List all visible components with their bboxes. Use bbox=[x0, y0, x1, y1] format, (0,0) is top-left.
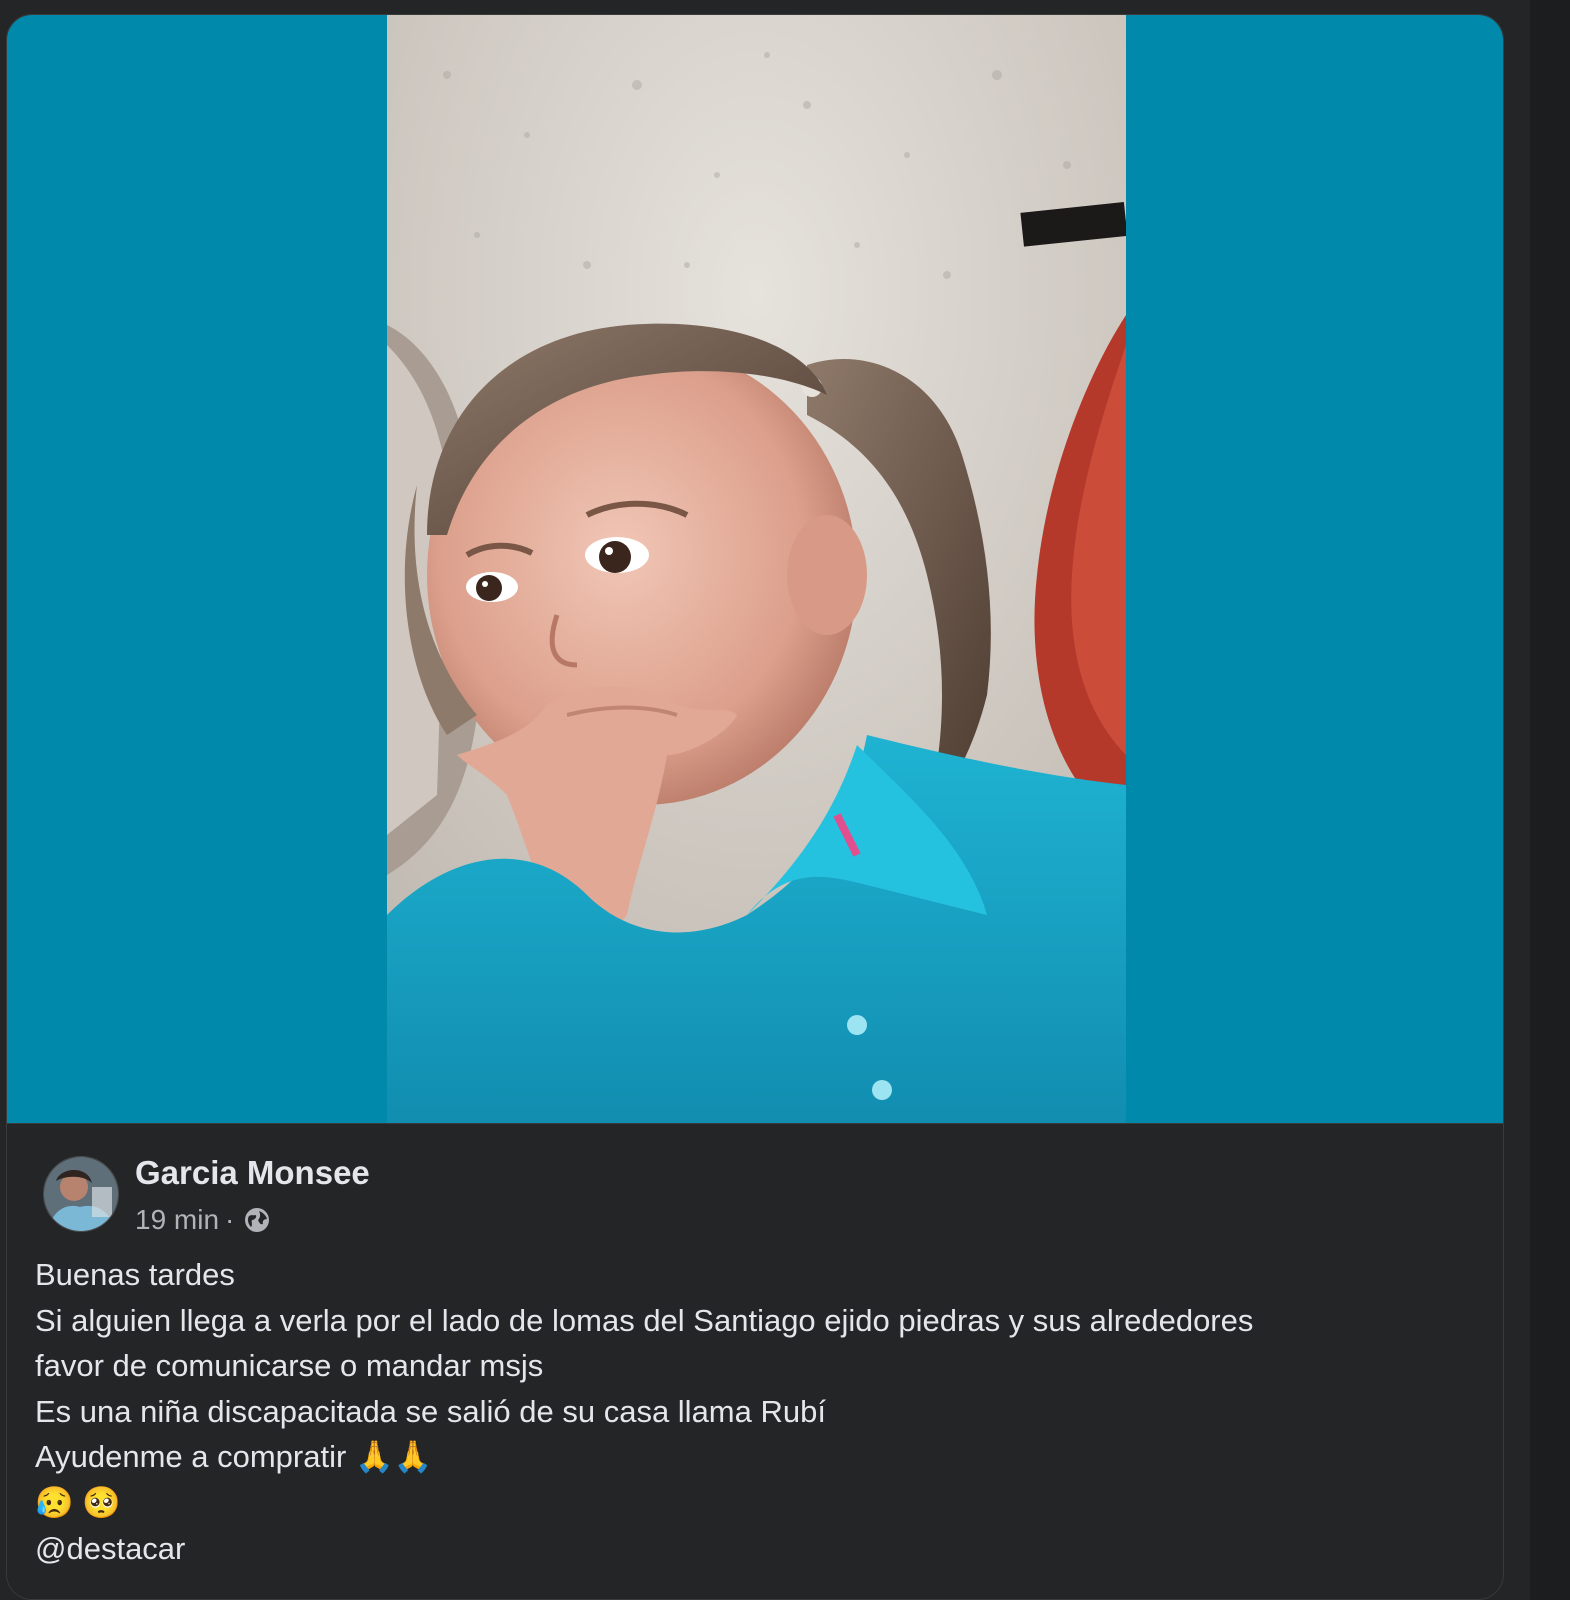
avatar-image bbox=[44, 1157, 118, 1231]
post-card: Garcia Monsee 19 min · Buenas tardes Si … bbox=[6, 14, 1504, 1600]
post-text-line: favor de comunicarse o mandar msjs bbox=[35, 1348, 544, 1384]
post-meta: 19 min · bbox=[135, 1204, 270, 1236]
globe-icon[interactable] bbox=[244, 1207, 270, 1233]
prayer-emoji: 🙏 bbox=[354, 1439, 394, 1475]
author-avatar[interactable] bbox=[43, 1156, 119, 1232]
post-timestamp[interactable]: 19 min bbox=[135, 1204, 219, 1236]
meta-separator: · bbox=[225, 1204, 235, 1235]
author-name[interactable]: Garcia Monsee bbox=[135, 1154, 370, 1192]
post-text-line: Ayudenme a compratir 🙏🙏 bbox=[35, 1434, 1475, 1480]
post-media[interactable] bbox=[7, 15, 1503, 1123]
sad-face-emoji: 😥 bbox=[35, 1484, 74, 1520]
post-text: Buenas tardes Si alguien llega a verla p… bbox=[35, 1252, 1475, 1571]
post-text-line: Buenas tardes bbox=[35, 1257, 235, 1292]
mention-link[interactable]: @destacar bbox=[35, 1526, 1475, 1572]
post-text-line: Si alguien llega a verla por el lado de … bbox=[35, 1302, 1254, 1338]
photo-illustration bbox=[387, 15, 1126, 1123]
post-footer: Garcia Monsee 19 min · Buenas tardes Si … bbox=[7, 1123, 1503, 1599]
pleading-face-emoji: 🥺 bbox=[82, 1484, 121, 1520]
prayer-emoji: 🙏 bbox=[393, 1439, 433, 1475]
post-text-line: Es una niña discapacitada se salió de su… bbox=[35, 1393, 826, 1429]
post-photo[interactable] bbox=[387, 15, 1126, 1123]
post-text-line-text: Ayudenme a compratir bbox=[35, 1439, 347, 1475]
scrollbar-track[interactable] bbox=[1530, 0, 1570, 1600]
emoji-line: 😥 🥺 bbox=[35, 1480, 1475, 1526]
